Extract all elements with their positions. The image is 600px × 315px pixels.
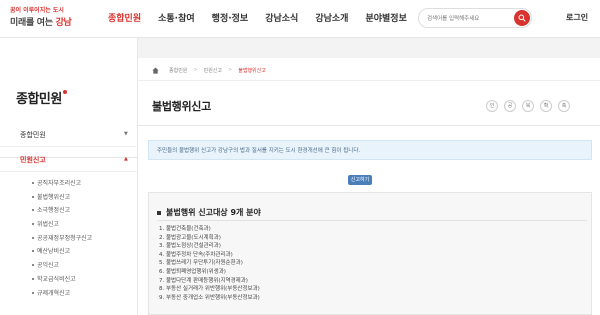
home-icon[interactable] [152, 66, 159, 74]
category-list: 1. 불법건축물(건축과) 2. 불법광고물(도시계획과) 3. 불법노점상(건… [159, 225, 260, 302]
breadcrumb-item[interactable]: 종합민원 [169, 67, 187, 74]
search-button[interactable] [514, 10, 530, 26]
divider [138, 125, 600, 126]
main-content: 종합민원 > 민원신고 > 불법행위신고 불법행위신고 인 공 북 확 축 주민… [138, 58, 600, 315]
nav-civil-service[interactable]: 종합민원 [108, 10, 141, 28]
breadcrumb-separator: > [193, 67, 198, 73]
submenu-item[interactable]: 불법행위신고 [0, 190, 138, 204]
share-button[interactable]: 공 [504, 100, 516, 112]
submenu-item[interactable]: 공직자부조리신고 [0, 176, 138, 190]
notice-box: 주민들의 불법행위 신고가 강남구의 법과 질서를 지키는 도시 환경개선에 큰… [148, 140, 592, 160]
breadcrumb-item[interactable]: 민원신고 [204, 67, 222, 74]
site-header: 꿈이 이루어지는 도시 미래를 여는 강남 종합민원 소통·참여 행정·정보 강… [0, 0, 600, 38]
nav-communication[interactable]: 소통·참여 [158, 10, 195, 28]
chevron-down-icon: ▼ [124, 131, 128, 137]
bullet-square-icon [157, 210, 161, 215]
list-item: 5. 불법쓰레기 무단투기(자원순환과) [159, 260, 243, 267]
login-link[interactable]: 로그인 [566, 12, 588, 23]
sidebar-submenu: 공직자부조리신고 불법행위신고 소극행정신고 위법신고 공공재정부정청구신고 예… [0, 176, 138, 299]
submenu-item[interactable]: 규제개혁신고 [0, 286, 138, 300]
logo-name: 미래를 여는 강남 [10, 18, 72, 28]
list-item: 8. 부동산 실거래가 위반행위(부동산정보과) [159, 286, 260, 293]
submenu-item[interactable]: 소극행정신고 [0, 203, 138, 217]
search-icon [518, 14, 526, 22]
notice-text: 주민들의 불법행위 신고가 강남구의 법과 질서를 지키는 도시 환경개선에 큰… [157, 148, 361, 154]
nav-about[interactable]: 강남소개 [315, 10, 348, 28]
nav-field-info[interactable]: 분야별정보 [365, 10, 406, 28]
divider [138, 80, 600, 81]
breadcrumb-current: 불법행위신고 [238, 67, 266, 74]
divider [157, 220, 587, 221]
main-nav: 종합민원 소통·참여 행정·정보 강남소식 강남소개 분야별정보 [108, 10, 424, 28]
submenu-item[interactable]: 공공재정부정청구신고 [0, 231, 138, 245]
breadcrumb-separator: > [228, 67, 233, 73]
sidebar-item-civil-service[interactable]: 종합민원 ▼ [0, 123, 138, 147]
report-button[interactable]: 신고하기 [348, 175, 372, 185]
submenu-item[interactable]: 공익신고 [0, 258, 138, 272]
list-item: 4. 불법주정차 단속(주차관리과) [159, 251, 233, 258]
search-box [418, 8, 532, 28]
list-item: 3. 불법노점상(건설관리과) [159, 243, 221, 250]
list-item: 9. 부동산 중개업소 위반행위(부동산정보과) [159, 294, 260, 301]
list-item: 1. 불법건축물(건축과) [159, 226, 211, 232]
logo-tagline: 꿈이 이루어지는 도시 [10, 7, 64, 14]
report-category-box: 불법행위 신고대상 9개 분야 1. 불법건축물(건축과) 2. 불법광고물(도… [148, 192, 592, 315]
box-title: 불법행위 신고대상 9개 분야 [157, 207, 261, 218]
chevron-up-icon: ▲ [124, 156, 128, 162]
list-item: 2. 불법광고물(도시계획과) [159, 234, 221, 241]
submenu-item[interactable]: 예산낭비신고 [0, 244, 138, 258]
nav-news[interactable]: 강남소식 [265, 10, 298, 28]
search-input[interactable] [427, 12, 511, 25]
bookmark-button[interactable]: 북 [522, 100, 534, 112]
submenu-item[interactable]: 위법신고 [0, 217, 138, 231]
page-title: 불법행위신고 [152, 100, 211, 113]
breadcrumb: 종합민원 > 민원신고 > 불법행위신고 [152, 64, 272, 76]
site-logo[interactable]: 꿈이 이루어지는 도시 미래를 여는 강남 [10, 5, 80, 31]
zoom-out-button[interactable]: 축 [558, 100, 570, 112]
page-tools: 인 공 북 확 축 [486, 100, 576, 112]
sidebar-title: 종합민원 [16, 88, 67, 107]
list-item: 6. 불법퇴폐영업행위(위생과) [159, 268, 226, 275]
sidebar-item-civil-report[interactable]: 민원신고 ▲ [0, 148, 138, 172]
nav-administration[interactable]: 행정·정보 [212, 10, 249, 28]
zoom-in-button[interactable]: 확 [540, 100, 552, 112]
print-button[interactable]: 인 [486, 100, 498, 112]
title-dot [62, 90, 67, 94]
submenu-item[interactable]: 학교급식비신고 [0, 272, 138, 286]
list-item: 7. 불법다단계 판매등행위(지역경제과) [159, 277, 248, 284]
